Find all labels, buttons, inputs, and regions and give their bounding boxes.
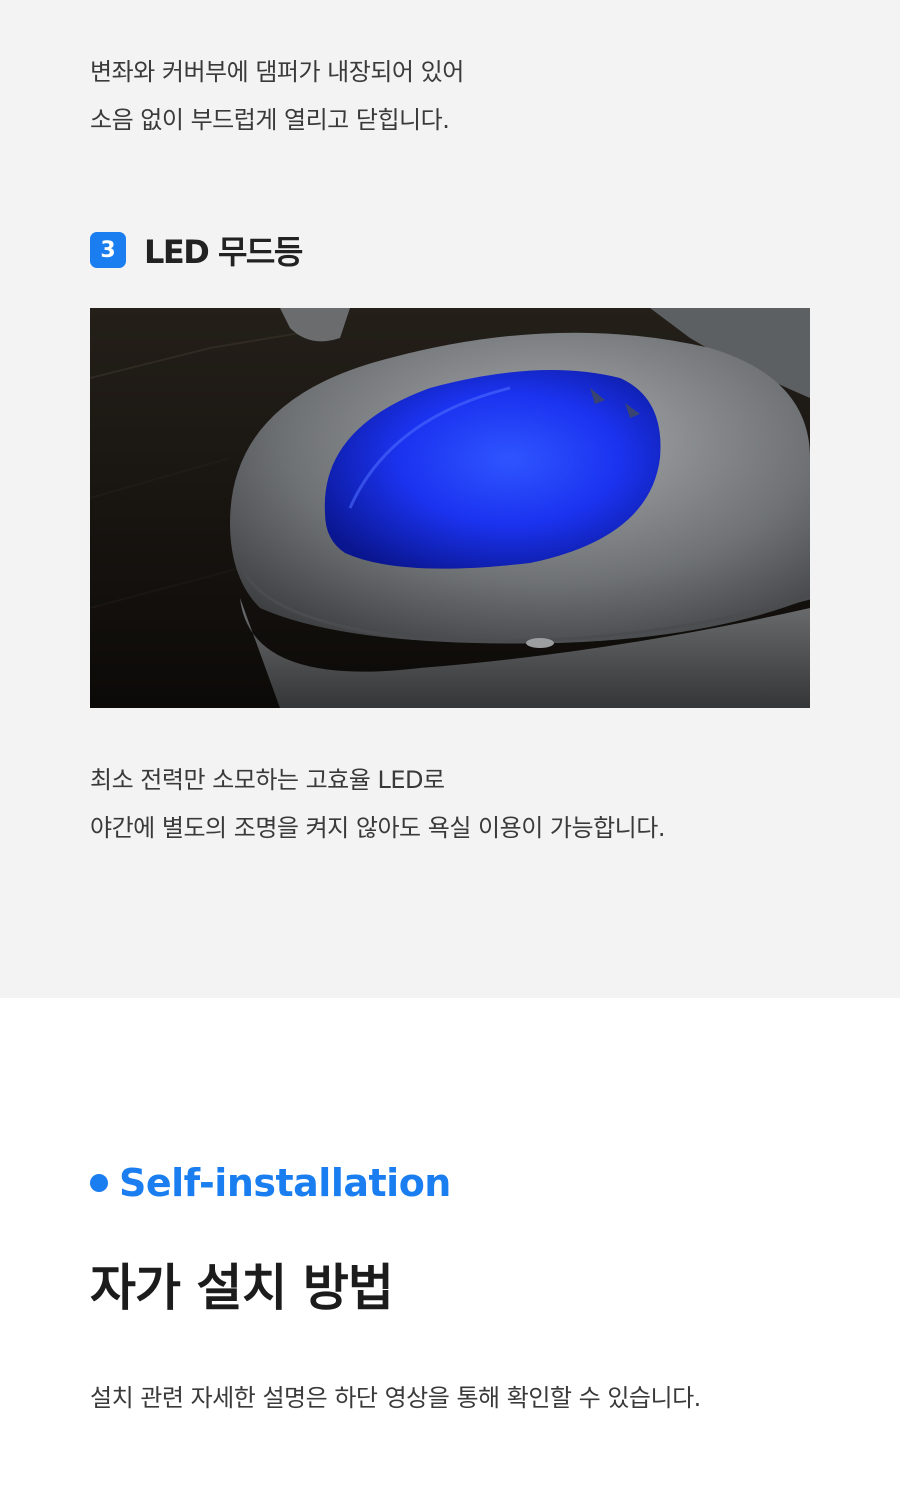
led-description-line-1: 최소 전력만 소모하는 고효율 LED로 — [90, 766, 445, 794]
feature-heading: 3 LED 무드등 — [90, 228, 303, 272]
damper-description-line-2: 소음 없이 부드럽게 열리고 닫힙니다. — [90, 106, 450, 134]
feature-number-badge: 3 — [90, 232, 126, 268]
led-description-line-2: 야간에 별도의 조명을 켜지 않아도 욕실 이용이 가능합니다. — [90, 814, 665, 842]
damper-description-line-1: 변좌와 커버부에 댐퍼가 내장되어 있어 — [90, 58, 464, 86]
install-eyebrow: Self-installation — [90, 1160, 451, 1206]
led-description: 최소 전력만 소모하는 고효율 LED로 야간에 별도의 조명을 켜지 않아도 … — [90, 756, 665, 852]
install-description: 설치 관련 자세한 설명은 하단 영상을 통해 확인할 수 있습니다. — [90, 1374, 701, 1422]
install-title: 자가 설치 방법 — [90, 1259, 394, 1317]
led-section: 변좌와 커버부에 댐퍼가 내장되어 있어 소음 없이 부드럽게 열리고 닫힙니다… — [0, 0, 900, 998]
feature-title: LED 무드등 — [144, 233, 303, 271]
damper-description: 변좌와 커버부에 댐퍼가 내장되어 있어 소음 없이 부드럽게 열리고 닫힙니다… — [90, 48, 464, 144]
install-eyebrow-text: Self-installation — [119, 1161, 451, 1205]
led-mood-light-photo — [90, 308, 810, 708]
install-description-line: 설치 관련 자세한 설명은 하단 영상을 통해 확인할 수 있습니다. — [90, 1384, 701, 1412]
bullet-dot-icon — [90, 1174, 108, 1192]
